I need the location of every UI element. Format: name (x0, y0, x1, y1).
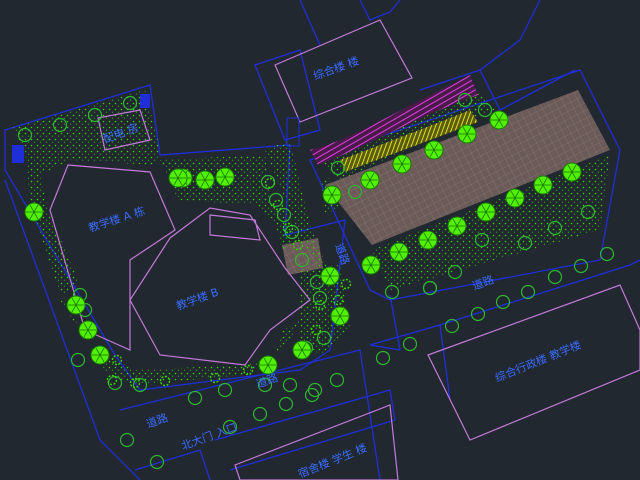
tree-filled (322, 185, 342, 205)
tree-filled (320, 266, 340, 286)
label-main-building-1: 教学楼 A 栋 (87, 203, 147, 234)
tree-outline (278, 396, 294, 412)
tree-outline (282, 377, 298, 393)
label-road-3: 道路 (144, 410, 169, 431)
equipment-block (140, 94, 150, 108)
tree-outline (252, 406, 268, 422)
tree-outline (70, 352, 86, 368)
tree-filled (292, 340, 312, 360)
tree-filled (215, 167, 235, 187)
tree-outline (599, 246, 615, 262)
tree-outline (547, 269, 563, 285)
tree-outline (402, 336, 418, 352)
site-plan-drawing: 综合楼 楼 教学楼 A 栋 教学楼 B 综合行政楼 教学楼 宿舍楼 学生 楼 配… (4, 0, 640, 480)
tree-filled (457, 124, 477, 144)
tree-filled (418, 230, 438, 250)
tree-filled (447, 216, 467, 236)
tree-filled (66, 295, 86, 315)
label-road-2: 道路 (470, 272, 495, 293)
label-east-building: 综合行政楼 教学楼 (493, 338, 583, 385)
label-north-building: 综合楼 楼 (311, 53, 360, 82)
tree-outline (217, 382, 233, 398)
tree-filled (90, 345, 110, 365)
label-road-1: 道路 (254, 370, 279, 391)
tree-outline (107, 375, 123, 391)
tree-filled (476, 202, 496, 222)
tree-outline (307, 382, 323, 398)
tree-filled (195, 170, 215, 190)
cad-site-plan: 综合楼 楼 教学楼 A 栋 教学楼 B 综合行政楼 教学楼 宿舍楼 学生 楼 配… (0, 0, 640, 480)
tree-filled (562, 162, 582, 182)
tree-filled (168, 168, 188, 188)
equipment-block (12, 145, 24, 163)
tree-filled (360, 170, 380, 190)
tree-filled (389, 242, 409, 262)
tree-outline (304, 387, 320, 403)
tree-filled (361, 255, 381, 275)
tree-outline (573, 258, 589, 274)
tree-outline (329, 372, 345, 388)
tree-filled (424, 140, 444, 160)
tree-filled (330, 306, 350, 326)
tree-filled (489, 110, 509, 130)
tree-outline (495, 294, 511, 310)
tree-filled (78, 320, 98, 340)
tree-outline (187, 390, 203, 406)
tree-filled (392, 154, 412, 174)
tree-filled (505, 188, 525, 208)
tree-filled (24, 202, 44, 222)
label-main-building-2: 教学楼 B (174, 285, 220, 313)
tree-outline (375, 350, 391, 366)
tree-outline (119, 432, 135, 448)
tree-filled (533, 175, 553, 195)
